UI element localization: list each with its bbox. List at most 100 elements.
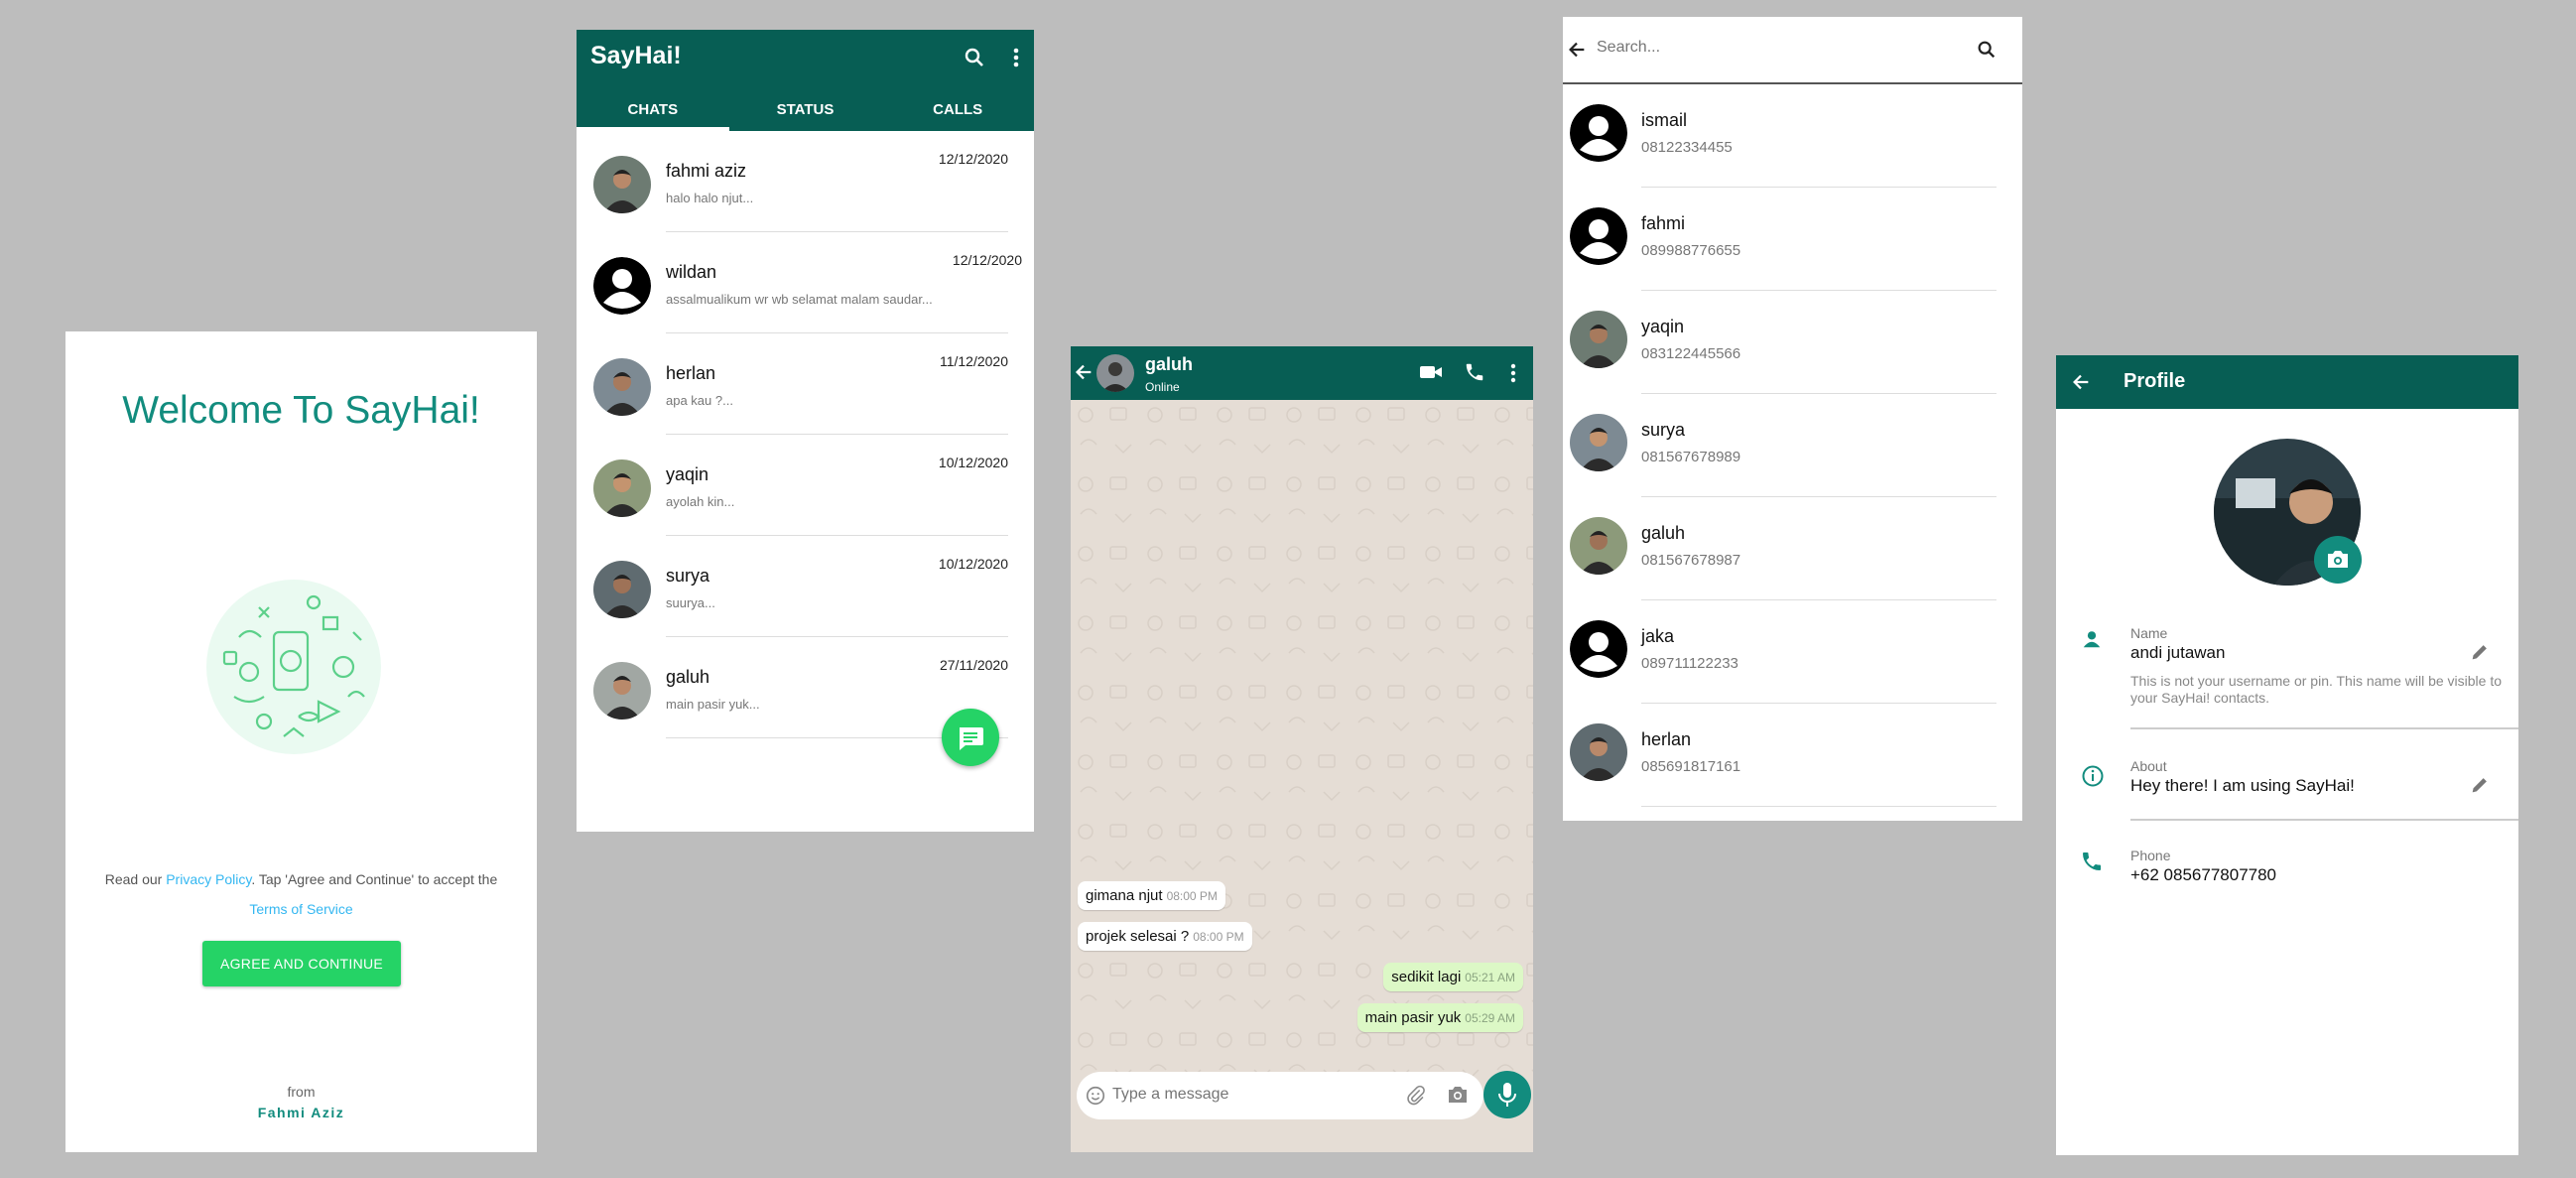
contact-list-item[interactable]: surya 081567678989: [1563, 394, 2022, 497]
legal-middle: . Tap 'Agree and Continue' to accept the: [251, 871, 498, 887]
attach-icon[interactable]: [1405, 1084, 1427, 1108]
phone-value: +62 085677807780: [2130, 865, 2277, 884]
contact-avatar[interactable]: [1570, 311, 1627, 368]
contact-avatar[interactable]: [1570, 620, 1627, 678]
edit-pencil-icon[interactable]: [2469, 774, 2491, 796]
edit-pencil-icon[interactable]: [2469, 641, 2491, 663]
outgoing-message[interactable]: main pasir yuk 05:29 AM: [1356, 1003, 1523, 1032]
chat-name: yaqin: [666, 464, 709, 484]
phone-label: Phone: [2130, 848, 2171, 863]
contacts-search-input[interactable]: [1597, 39, 1954, 57]
new-chat-button[interactable]: [942, 709, 999, 766]
name-label: Name: [2130, 625, 2168, 641]
more-vert-icon[interactable]: [1009, 46, 1023, 69]
contact-name: fahmi: [1641, 213, 1686, 233]
contact-avatar[interactable]: [1570, 104, 1627, 162]
contact-avatar[interactable]: [1570, 207, 1627, 265]
message-text: projek selesai ?: [1086, 928, 1190, 945]
tab-status[interactable]: STATUS: [729, 95, 882, 131]
avatar-photo: [1570, 311, 1627, 368]
contact-list-item[interactable]: galuh 081567678987: [1563, 497, 2022, 600]
chat-avatar[interactable]: [593, 257, 651, 315]
agree-and-continue-button[interactable]: AGREE AND CONTINUE: [202, 941, 401, 986]
chat-preview: suurya...: [666, 595, 715, 610]
chat-list-item[interactable]: yaqin ayolah kin... 10/12/2020: [577, 435, 1034, 536]
contact-list-item[interactable]: fahmi 089988776655: [1563, 188, 2022, 291]
back-arrow-icon[interactable]: [1073, 361, 1095, 383]
contact-list-item[interactable]: yaqin 083122445566: [1563, 291, 2022, 394]
message-input[interactable]: [1112, 1086, 1370, 1104]
profile-app-bar: Profile: [2056, 355, 2518, 409]
profile-about-row[interactable]: About Hey there! I am using SayHai!: [2056, 758, 2518, 838]
chat-preview: ayolah kin...: [666, 494, 735, 509]
search-icon[interactable]: [1976, 39, 1997, 61]
change-photo-button[interactable]: [2314, 536, 2362, 584]
welcome-screen: Welcome To SayHai! Read our Privacy Poli…: [65, 331, 537, 1152]
chat-date: 11/12/2020: [939, 353, 1008, 369]
contact-list-item[interactable]: herlan 085691817161: [1563, 704, 2022, 807]
avatar-photo: [1570, 414, 1627, 471]
chat-name: surya: [666, 566, 710, 586]
chat-avatar[interactable]: [593, 561, 651, 618]
video-call-icon[interactable]: [1419, 362, 1443, 382]
tab-calls[interactable]: CALLS: [881, 95, 1034, 131]
terms-of-service-link[interactable]: Terms of Service: [249, 901, 352, 917]
privacy-policy-link[interactable]: Privacy Policy: [166, 871, 251, 887]
chat-list-item[interactable]: fahmi aziz halo halo njut... 12/12/2020: [577, 131, 1034, 232]
chat-list-item[interactable]: wildan assalmualikum wr wb selamat malam …: [577, 232, 1034, 333]
from-label: from: [287, 1084, 316, 1100]
conversation-app-bar: galuh Online: [1071, 346, 1533, 400]
phone-icon[interactable]: [1464, 361, 1485, 383]
name-divider: [2130, 727, 2518, 729]
name-help-text: This is not your username or pin. This n…: [2130, 673, 2503, 706]
avatar-photo: [1570, 517, 1627, 575]
emoji-icon[interactable]: [1085, 1085, 1106, 1107]
author-name: Fahmi Aziz: [257, 1105, 345, 1120]
contact-avatar[interactable]: [1570, 414, 1627, 471]
camera-icon[interactable]: [1446, 1084, 1470, 1106]
avatar-photo: [593, 662, 651, 720]
chat-icon: [960, 727, 983, 750]
incoming-message[interactable]: gimana njut 08:00 PM: [1078, 881, 1225, 910]
chat-name: wildan: [666, 262, 717, 282]
contact-list-item[interactable]: jaka 089711122233: [1563, 600, 2022, 704]
contact-phone: 081567678989: [1641, 449, 1741, 465]
tab-bar: CHATS STATUS CALLS: [577, 95, 1034, 131]
contact-avatar[interactable]: [1570, 723, 1627, 781]
contact-name: surya: [1641, 420, 1686, 440]
contacts-search-bar: [1563, 17, 2022, 84]
chat-avatar[interactable]: [593, 662, 651, 720]
chat-list-item[interactable]: herlan apa kau ?... 11/12/2020: [577, 333, 1034, 435]
contact-name: jaka: [1641, 626, 1675, 646]
contact-avatar[interactable]: [1570, 517, 1627, 575]
chat-avatar[interactable]: [593, 358, 651, 416]
chat-avatar[interactable]: [593, 156, 651, 213]
chat-preview: main pasir yuk...: [666, 697, 760, 712]
chat-name: fahmi aziz: [666, 161, 747, 181]
outgoing-message[interactable]: sedikit lagi 05:21 AM: [1383, 963, 1523, 991]
profile-screen: Profile Name andi jutawan This is not yo…: [2056, 355, 2518, 1155]
contact-avatar[interactable]: [1096, 354, 1134, 392]
chat-avatar[interactable]: [593, 459, 651, 517]
voice-record-button[interactable]: [1483, 1071, 1531, 1118]
default-avatar-icon: [1570, 104, 1627, 162]
contact-name: galuh: [1145, 354, 1193, 374]
chat-list-item[interactable]: surya suurya... 10/12/2020: [577, 536, 1034, 637]
about-value: Hey there! I am using SayHai!: [2130, 776, 2355, 795]
message-time: 05:29 AM: [1465, 1011, 1515, 1025]
contact-phone: 089988776655: [1641, 242, 1741, 259]
chat-date: 27/11/2020: [939, 657, 1008, 673]
avatar-photo: [1096, 354, 1134, 392]
contact-list-item[interactable]: ismail 08122334455: [1563, 84, 2022, 188]
back-arrow-icon[interactable]: [1566, 39, 1588, 61]
incoming-message[interactable]: projek selesai ? 08:00 PM: [1078, 922, 1252, 951]
contact-phone: 085691817161: [1641, 758, 1741, 775]
default-avatar-icon: [1570, 207, 1627, 265]
chat-date: 10/12/2020: [938, 455, 1008, 470]
mic-icon: [1498, 1083, 1516, 1107]
search-icon[interactable]: [963, 46, 986, 69]
more-vert-icon[interactable]: [1507, 361, 1519, 385]
welcome-title: Welcome To SayHai!: [122, 389, 480, 432]
tab-chats[interactable]: CHATS: [577, 95, 729, 131]
back-arrow-icon[interactable]: [2070, 371, 2092, 393]
